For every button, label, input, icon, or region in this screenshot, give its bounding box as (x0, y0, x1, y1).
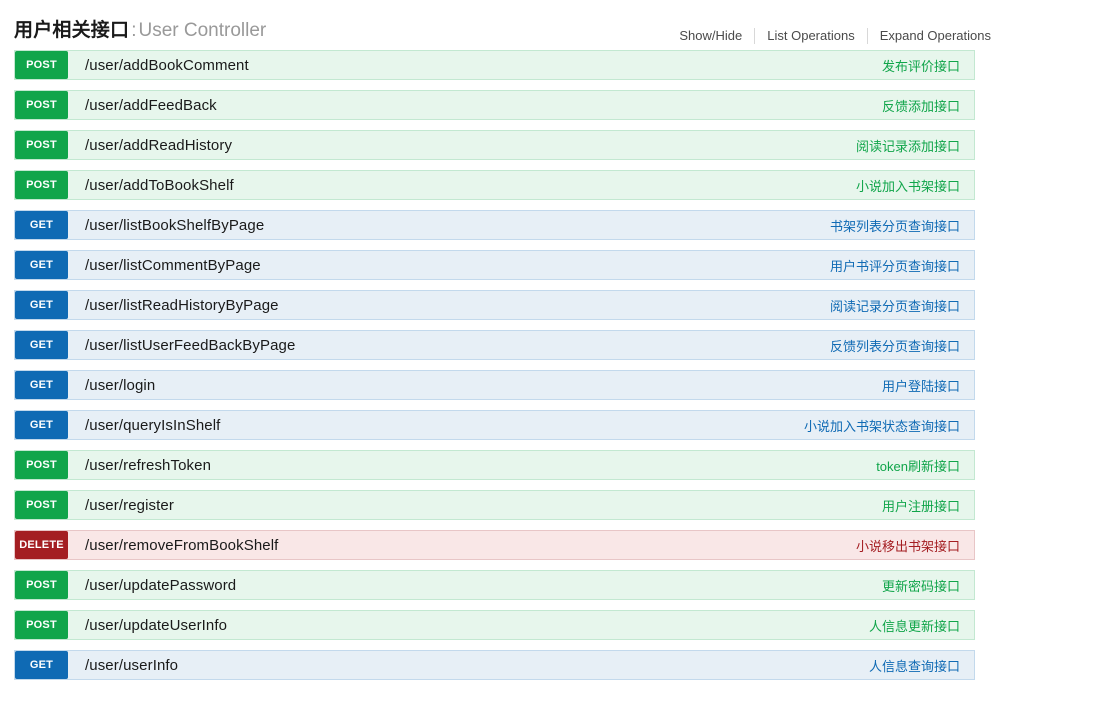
endpoint-path[interactable]: /user/listUserFeedBackByPage (68, 331, 830, 359)
endpoint-row[interactable]: POST/user/register 用户注册接口 (14, 490, 975, 520)
http-method-badge: GET (15, 331, 68, 359)
endpoint-summary: 用户书评分页查询接口 (829, 258, 960, 274)
endpoint-summary: token刷新接口 (876, 458, 960, 474)
endpoint-summary: 小说移出书架接口 (855, 538, 960, 554)
endpoint-path[interactable]: /user/refreshToken (68, 451, 876, 479)
endpoint-summary: 小说加入书架接口 (855, 178, 960, 194)
endpoint-row[interactable]: GET/user/listCommentByPage 用户书评分页查询接口 (14, 250, 975, 280)
endpoint-row[interactable]: GET/user/listBookShelfByPage 书架列表分页查询接口 (14, 210, 975, 240)
endpoint-path[interactable]: /user/addFeedBack (68, 91, 882, 119)
http-method-badge: POST (15, 91, 68, 119)
endpoint-row[interactable]: GET/user/login 用户登陆接口 (14, 370, 975, 400)
endpoint-path[interactable]: /user/updatePassword (68, 571, 882, 599)
endpoint-row[interactable]: POST/user/addReadHistory 阅读记录添加接口 (14, 130, 975, 160)
endpoint-row[interactable]: POST/user/addFeedBack 反馈添加接口 (14, 90, 975, 120)
endpoint-row[interactable]: GET/user/listReadHistoryByPage 阅读记录分页查询接口 (14, 290, 975, 320)
resource-user-controller: 用户相关接口: User Controller Show/Hide List Op… (0, 0, 1115, 680)
endpoint-row[interactable]: GET/user/userInfo 人信息查询接口 (14, 650, 975, 680)
endpoint-summary: 人信息查询接口 (868, 658, 960, 674)
endpoint-row[interactable]: POST/user/updatePassword 更新密码接口 (14, 570, 975, 600)
endpoint-summary: 阅读记录分页查询接口 (829, 298, 960, 314)
endpoint-row[interactable]: POST/user/addToBookShelf 小说加入书架接口 (14, 170, 975, 200)
endpoint-row[interactable]: GET/user/listUserFeedBackByPage 反馈列表分页查询接… (14, 330, 975, 360)
http-method-badge: POST (15, 51, 68, 79)
endpoint-path[interactable]: /user/listReadHistoryByPage (68, 291, 830, 319)
http-method-badge: GET (15, 211, 68, 239)
endpoint-summary: 反馈列表分页查询接口 (829, 338, 960, 354)
endpoint-row[interactable]: POST/user/addBookComment 发布评价接口 (14, 50, 975, 80)
endpoint-row[interactable]: POST/user/updateUserInfo 人信息更新接口 (14, 610, 975, 640)
endpoint-summary: 发布评价接口 (881, 58, 960, 74)
endpoint-summary: 用户登陆接口 (881, 378, 960, 394)
page-title[interactable]: 用户相关接口: User Controller (14, 19, 266, 43)
endpoint-path[interactable]: /user/addReadHistory (68, 131, 856, 159)
endpoint-summary: 用户注册接口 (881, 498, 960, 514)
page-title-en: User Controller (138, 20, 267, 41)
page-title-cn: 用户相关接口 (14, 20, 130, 41)
endpoint-summary: 更新密码接口 (881, 578, 960, 594)
endpoint-row[interactable]: DELETE/user/removeFromBookShelf 小说移出书架接口 (14, 530, 975, 560)
http-method-badge: GET (15, 251, 68, 279)
endpoint-path[interactable]: /user/removeFromBookShelf (68, 531, 856, 559)
http-method-badge: GET (15, 411, 68, 439)
endpoint-path[interactable]: /user/updateUserInfo (68, 611, 869, 639)
endpoint-path[interactable]: /user/listCommentByPage (68, 251, 830, 279)
endpoint-summary: 小说加入书架状态查询接口 (803, 418, 960, 434)
expand-operations-link[interactable]: Expand Operations (868, 27, 991, 45)
http-method-badge: POST (15, 451, 68, 479)
endpoint-path[interactable]: /user/addToBookShelf (68, 171, 856, 199)
resource-heading: 用户相关接口: User Controller Show/Hide List Op… (0, 0, 1115, 50)
http-method-badge: POST (15, 491, 68, 519)
endpoint-summary: 阅读记录添加接口 (855, 138, 960, 154)
resource-options: Show/Hide List Operations Expand Operati… (679, 27, 991, 45)
endpoint-summary: 反馈添加接口 (881, 98, 960, 114)
endpoint-path[interactable]: /user/userInfo (68, 651, 869, 679)
http-method-badge: POST (15, 131, 68, 159)
http-method-badge: DELETE (15, 531, 68, 559)
endpoint-summary: 人信息更新接口 (868, 618, 960, 634)
http-method-badge: POST (15, 171, 68, 199)
http-method-badge: POST (15, 611, 68, 639)
http-method-badge: GET (15, 291, 68, 319)
http-method-badge: GET (15, 371, 68, 399)
endpoint-list: POST/user/addBookComment 发布评价接口 POST/user/… (0, 50, 1115, 680)
endpoint-path[interactable]: /user/login (68, 371, 882, 399)
show-hide-link[interactable]: Show/Hide (679, 27, 754, 45)
list-operations-link[interactable]: List Operations (755, 27, 866, 45)
endpoint-path[interactable]: /user/register (68, 491, 882, 519)
endpoint-path[interactable]: /user/addBookComment (68, 51, 882, 79)
endpoint-summary: 书架列表分页查询接口 (829, 218, 960, 234)
endpoint-row[interactable]: GET/user/queryIsInShelf 小说加入书架状态查询接口 (14, 410, 975, 440)
endpoint-path[interactable]: /user/listBookShelfByPage (68, 211, 830, 239)
http-method-badge: GET (15, 651, 68, 679)
endpoint-row[interactable]: POST/user/refreshToken token刷新接口 (14, 450, 975, 480)
endpoint-path[interactable]: /user/queryIsInShelf (68, 411, 804, 439)
http-method-badge: POST (15, 571, 68, 599)
